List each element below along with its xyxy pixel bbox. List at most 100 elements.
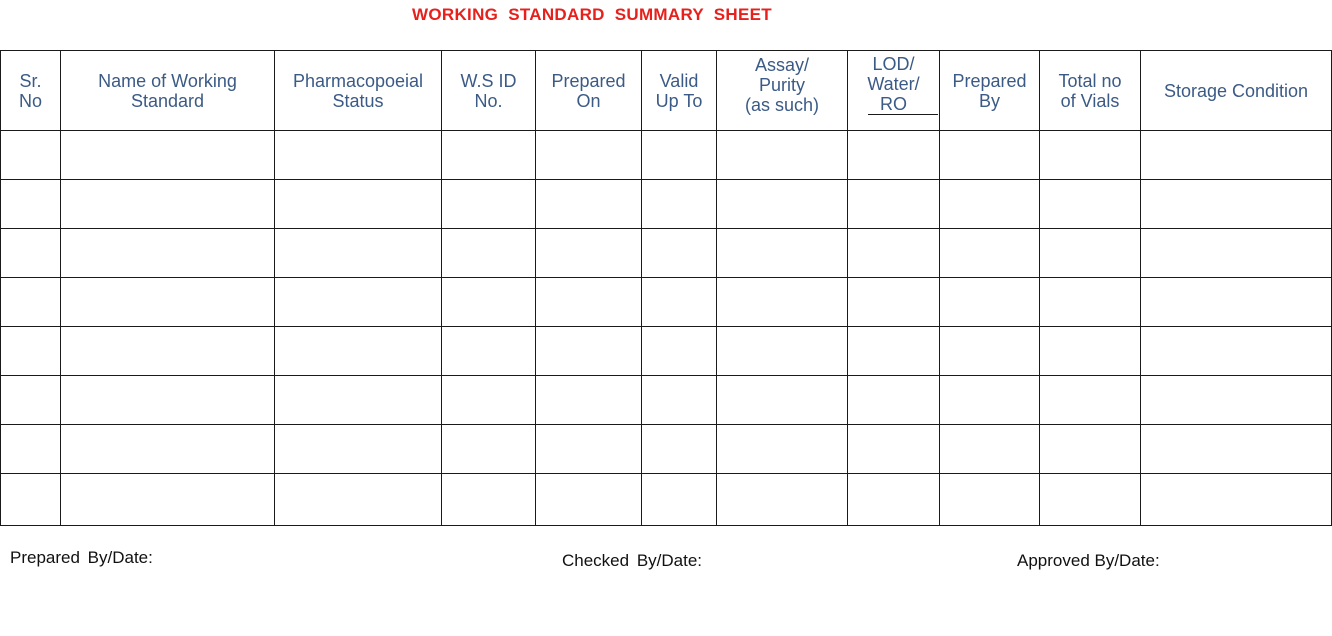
- cell-storage-condition[interactable]: [1140, 277, 1332, 327]
- cell-ws-id[interactable]: [441, 277, 536, 327]
- cell-prepared-on[interactable]: [535, 228, 642, 278]
- cell-prepared-by[interactable]: [939, 179, 1040, 229]
- cell-storage-condition[interactable]: [1140, 473, 1332, 526]
- column-header-label: Sr. No: [18, 70, 42, 111]
- cell-storage-condition[interactable]: [1140, 326, 1332, 376]
- cell-pharmacopoeial-status[interactable]: [274, 130, 442, 180]
- cell-total-vials[interactable]: [1039, 130, 1141, 180]
- cell-total-vials[interactable]: [1039, 326, 1141, 376]
- cell-name[interactable]: [60, 424, 275, 474]
- cell-ws-id[interactable]: [441, 228, 536, 278]
- cell-name[interactable]: [60, 130, 275, 180]
- column-header-label: Total no of Vials: [1058, 70, 1122, 111]
- cell-lod-water-ro[interactable]: [847, 326, 940, 376]
- column-header-label: Prepared By: [952, 70, 1027, 111]
- cell-valid-up-to[interactable]: [641, 473, 717, 526]
- cell-valid-up-to[interactable]: [641, 326, 717, 376]
- cell-name[interactable]: [60, 228, 275, 278]
- cell-prepared-by[interactable]: [939, 326, 1040, 376]
- cell-sr-no[interactable]: [0, 424, 61, 474]
- cell-prepared-by[interactable]: [939, 228, 1040, 278]
- table-row: [0, 473, 1332, 526]
- cell-lod-water-ro[interactable]: [847, 473, 940, 526]
- table-row: [0, 228, 1332, 278]
- cell-name[interactable]: [60, 277, 275, 327]
- cell-pharmacopoeial-status[interactable]: [274, 375, 442, 425]
- cell-prepared-by[interactable]: [939, 277, 1040, 327]
- cell-ws-id[interactable]: [441, 375, 536, 425]
- cell-lod-water-ro[interactable]: [847, 228, 940, 278]
- cell-assay-purity[interactable]: [716, 130, 848, 180]
- column-header-label: Storage Condition: [1163, 80, 1309, 101]
- cell-prepared-by[interactable]: [939, 130, 1040, 180]
- cell-total-vials[interactable]: [1039, 277, 1141, 327]
- cell-pharmacopoeial-status[interactable]: [274, 326, 442, 376]
- cell-pharmacopoeial-status[interactable]: [274, 424, 442, 474]
- cell-storage-condition[interactable]: [1140, 130, 1332, 180]
- cell-name[interactable]: [60, 179, 275, 229]
- column-header-label: Name of Working Standard: [98, 70, 237, 111]
- cell-sr-no[interactable]: [0, 473, 61, 526]
- table-row: [0, 326, 1332, 376]
- cell-prepared-on[interactable]: [535, 375, 642, 425]
- cell-pharmacopoeial-status[interactable]: [274, 473, 442, 526]
- working-standard-table: Sr. No Name of Working Standard Pharmacopo…: [0, 50, 1332, 526]
- cell-prepared-on[interactable]: [535, 326, 642, 376]
- cell-lod-water-ro[interactable]: [847, 424, 940, 474]
- cell-lod-water-ro[interactable]: [847, 375, 940, 425]
- cell-storage-condition[interactable]: [1140, 179, 1332, 229]
- cell-ws-id[interactable]: [441, 179, 536, 229]
- cell-assay-purity[interactable]: [716, 326, 848, 376]
- cell-total-vials[interactable]: [1039, 473, 1141, 526]
- cell-ws-id[interactable]: [441, 326, 536, 376]
- cell-assay-purity[interactable]: [716, 228, 848, 278]
- cell-name[interactable]: [60, 326, 275, 376]
- cell-name[interactable]: [60, 473, 275, 526]
- cell-sr-no[interactable]: [0, 228, 61, 278]
- cell-sr-no[interactable]: [0, 179, 61, 229]
- cell-sr-no[interactable]: [0, 130, 61, 180]
- cell-ws-id[interactable]: [441, 130, 536, 180]
- cell-storage-condition[interactable]: [1140, 228, 1332, 278]
- cell-ws-id[interactable]: [441, 473, 536, 526]
- cell-lod-water-ro[interactable]: [847, 130, 940, 180]
- cell-total-vials[interactable]: [1039, 179, 1141, 229]
- cell-sr-no[interactable]: [0, 277, 61, 327]
- cell-valid-up-to[interactable]: [641, 228, 717, 278]
- cell-prepared-by[interactable]: [939, 424, 1040, 474]
- cell-lod-water-ro[interactable]: [847, 277, 940, 327]
- cell-sr-no[interactable]: [0, 375, 61, 425]
- column-header-pharmacopoeial-status: Pharmacopoeial Status: [274, 50, 442, 131]
- cell-pharmacopoeial-status[interactable]: [274, 277, 442, 327]
- cell-storage-condition[interactable]: [1140, 424, 1332, 474]
- cell-pharmacopoeial-status[interactable]: [274, 228, 442, 278]
- cell-assay-purity[interactable]: [716, 473, 848, 526]
- cell-total-vials[interactable]: [1039, 375, 1141, 425]
- cell-valid-up-to[interactable]: [641, 130, 717, 180]
- cell-assay-purity[interactable]: [716, 375, 848, 425]
- cell-valid-up-to[interactable]: [641, 424, 717, 474]
- cell-prepared-by[interactable]: [939, 375, 1040, 425]
- column-header-prepared-on: Prepared On: [535, 50, 642, 131]
- cell-sr-no[interactable]: [0, 326, 61, 376]
- cell-valid-up-to[interactable]: [641, 375, 717, 425]
- table-row: [0, 375, 1332, 425]
- cell-prepared-on[interactable]: [535, 179, 642, 229]
- cell-storage-condition[interactable]: [1140, 375, 1332, 425]
- cell-prepared-on[interactable]: [535, 130, 642, 180]
- cell-assay-purity[interactable]: [716, 179, 848, 229]
- cell-name[interactable]: [60, 375, 275, 425]
- cell-valid-up-to[interactable]: [641, 277, 717, 327]
- cell-ws-id[interactable]: [441, 424, 536, 474]
- cell-prepared-on[interactable]: [535, 277, 642, 327]
- cell-prepared-on[interactable]: [535, 473, 642, 526]
- cell-pharmacopoeial-status[interactable]: [274, 179, 442, 229]
- cell-total-vials[interactable]: [1039, 424, 1141, 474]
- cell-assay-purity[interactable]: [716, 424, 848, 474]
- cell-valid-up-to[interactable]: [641, 179, 717, 229]
- cell-prepared-on[interactable]: [535, 424, 642, 474]
- cell-total-vials[interactable]: [1039, 228, 1141, 278]
- cell-assay-purity[interactable]: [716, 277, 848, 327]
- cell-lod-water-ro[interactable]: [847, 179, 940, 229]
- cell-prepared-by[interactable]: [939, 473, 1040, 526]
